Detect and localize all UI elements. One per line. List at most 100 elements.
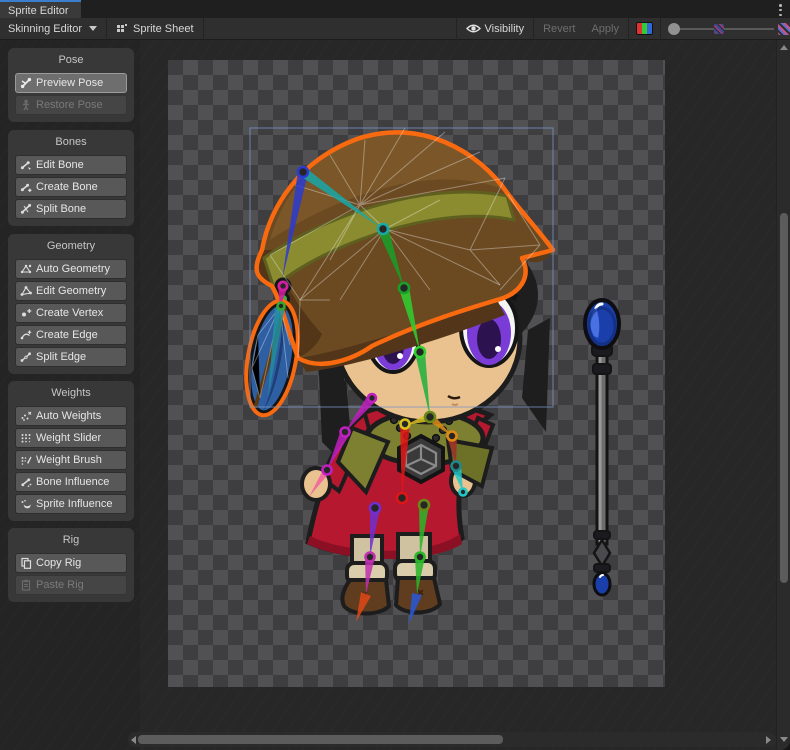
button-label: Paste Rig xyxy=(36,579,84,591)
bone-influence-icon xyxy=(20,476,32,488)
rig-panel: Rig Copy Rig Paste Rig xyxy=(8,528,134,602)
split-bone-button[interactable]: Split Bone xyxy=(15,199,127,219)
auto-weights-button[interactable]: Auto Weights xyxy=(15,406,127,426)
button-label: Create Edge xyxy=(36,329,98,341)
scroll-left-icon[interactable] xyxy=(131,736,136,744)
split-bone-icon xyxy=(20,203,32,215)
eye-icon xyxy=(466,23,481,34)
toolbar-separator xyxy=(106,18,107,40)
paste-rig-icon xyxy=(20,579,32,591)
edit-bone-icon xyxy=(20,159,32,171)
button-label: Edit Bone xyxy=(36,159,84,171)
toolbar-separator xyxy=(456,18,457,40)
weight-slider-button[interactable]: Weight Slider xyxy=(15,428,127,448)
restore-pose-icon xyxy=(20,99,32,111)
tab-sprite-editor[interactable]: Sprite Editor xyxy=(0,0,81,18)
apply-label: Apply xyxy=(591,23,619,35)
button-label: Preview Pose xyxy=(36,77,103,89)
copy-rig-button[interactable]: Copy Rig xyxy=(15,553,127,573)
sprite-sheet-button[interactable]: Sprite Sheet xyxy=(108,18,202,40)
scroll-up-icon[interactable] xyxy=(780,45,788,50)
sprite-influence-icon xyxy=(20,498,32,510)
edit-geometry-icon xyxy=(20,285,32,297)
auto-geometry-button[interactable]: Auto Geometry xyxy=(15,259,127,279)
toolbar-separator xyxy=(203,18,204,40)
paste-rig-button[interactable]: Paste Rig xyxy=(15,575,127,595)
mode-dropdown[interactable]: Skinning Editor xyxy=(0,18,105,40)
button-label: Create Vertex xyxy=(36,307,103,319)
sprite-canvas[interactable] xyxy=(140,40,790,750)
bone-opacity-icon xyxy=(714,24,724,34)
slider-track xyxy=(676,28,774,30)
slider-handle[interactable] xyxy=(668,23,680,35)
create-vertex-icon xyxy=(20,307,32,319)
create-bone-button[interactable]: Create Bone xyxy=(15,177,127,197)
edit-bone-button[interactable]: Edit Bone xyxy=(15,155,127,175)
blue-swatch xyxy=(647,23,652,34)
toolbar-separator xyxy=(628,18,629,40)
weights-opacity-icon xyxy=(778,23,790,35)
weights-panel: Weights Auto Weights Weight Slider xyxy=(8,381,134,521)
overlay-color-swatch[interactable] xyxy=(636,22,653,35)
copy-rig-icon xyxy=(20,557,32,569)
overlay-opacity-slider[interactable] xyxy=(666,18,778,40)
horizontal-scrollbar-thumb[interactable] xyxy=(138,735,503,744)
panel-title: Pose xyxy=(15,54,127,66)
toolbar-separator xyxy=(660,18,661,40)
button-label: Split Bone xyxy=(36,203,86,215)
bones-panel: Bones Edit Bone Create Bone xyxy=(8,130,134,226)
auto-geometry-icon xyxy=(20,263,32,275)
chevron-down-icon xyxy=(89,26,97,31)
split-edge-icon xyxy=(20,351,32,363)
auto-weights-icon xyxy=(20,410,32,422)
scroll-right-icon[interactable] xyxy=(766,736,771,744)
button-label: Sprite Influence xyxy=(36,498,112,510)
pose-panel: Pose Preview Pose Restore Pose xyxy=(8,48,134,122)
sprite-sheet-label: Sprite Sheet xyxy=(133,23,194,35)
staff-sprite[interactable] xyxy=(585,300,619,595)
sprite-editor-window: Sprite Editor Skinning Editor Sprite She… xyxy=(0,0,790,750)
split-edge-button[interactable]: Split Edge xyxy=(15,347,127,367)
vertical-scrollbar-thumb[interactable] xyxy=(780,213,788,583)
mode-dropdown-label: Skinning Editor xyxy=(8,23,82,35)
vertical-scrollbar[interactable] xyxy=(776,40,790,750)
create-bone-icon xyxy=(20,181,32,193)
button-label: Auto Weights xyxy=(36,410,101,422)
visibility-label: Visibility xyxy=(485,23,525,35)
sprite-sheet-icon xyxy=(116,23,129,35)
button-label: Weight Slider xyxy=(36,432,101,444)
preview-pose-button[interactable]: Preview Pose xyxy=(15,73,127,93)
panel-title: Bones xyxy=(15,136,127,148)
edit-geometry-button[interactable]: Edit Geometry xyxy=(15,281,127,301)
toolbar: Skinning Editor Sprite Sheet Visibility … xyxy=(0,18,790,40)
create-edge-icon xyxy=(20,329,32,341)
tab-label: Sprite Editor xyxy=(8,5,69,17)
restore-pose-button[interactable]: Restore Pose xyxy=(15,95,127,115)
bone-influence-button[interactable]: Bone Influence xyxy=(15,472,127,492)
tab-strip: Sprite Editor xyxy=(0,0,790,18)
button-label: Auto Geometry xyxy=(36,263,110,275)
geometry-panel: Geometry Auto Geometry Edit Geometry Cre… xyxy=(8,234,134,374)
button-label: Weight Brush xyxy=(36,454,102,466)
window-menu-icon[interactable] xyxy=(779,4,782,16)
revert-label: Revert xyxy=(543,23,575,35)
weight-brush-icon xyxy=(20,454,32,466)
toolbar-separator xyxy=(533,18,534,40)
weight-slider-icon xyxy=(20,432,32,444)
visibility-button[interactable]: Visibility xyxy=(458,18,533,40)
button-label: Bone Influence xyxy=(36,476,109,488)
create-edge-button[interactable]: Create Edge xyxy=(15,325,127,345)
weight-brush-button[interactable]: Weight Brush xyxy=(15,450,127,470)
scroll-down-icon[interactable] xyxy=(780,737,788,742)
create-vertex-button[interactable]: Create Vertex xyxy=(15,303,127,323)
button-label: Create Bone xyxy=(36,181,98,193)
preview-pose-icon xyxy=(20,77,32,89)
revert-button[interactable]: Revert xyxy=(535,18,583,40)
button-label: Copy Rig xyxy=(36,557,81,569)
horizontal-scrollbar[interactable] xyxy=(128,732,776,747)
panel-title: Rig xyxy=(15,534,127,546)
button-label: Edit Geometry xyxy=(36,285,106,297)
sprite-influence-button[interactable]: Sprite Influence xyxy=(15,494,127,514)
apply-button[interactable]: Apply xyxy=(583,18,627,40)
button-label: Split Edge xyxy=(36,351,86,363)
